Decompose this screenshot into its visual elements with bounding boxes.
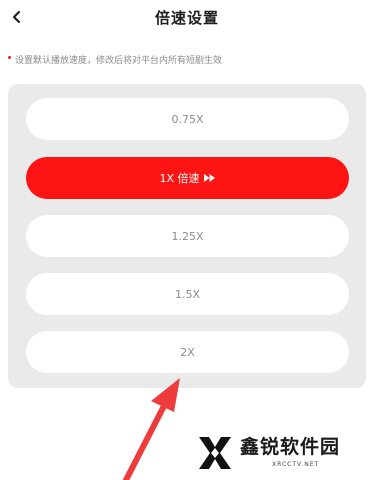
annotation-arrow <box>123 378 180 480</box>
watermark-name: 鑫锐软件园 <box>240 436 341 458</box>
watermark-url: XRCCTV.NET <box>272 461 320 468</box>
watermark-logo-icon <box>199 437 231 469</box>
watermark: 鑫锐软件园 XRCCTV.NET <box>196 432 372 476</box>
